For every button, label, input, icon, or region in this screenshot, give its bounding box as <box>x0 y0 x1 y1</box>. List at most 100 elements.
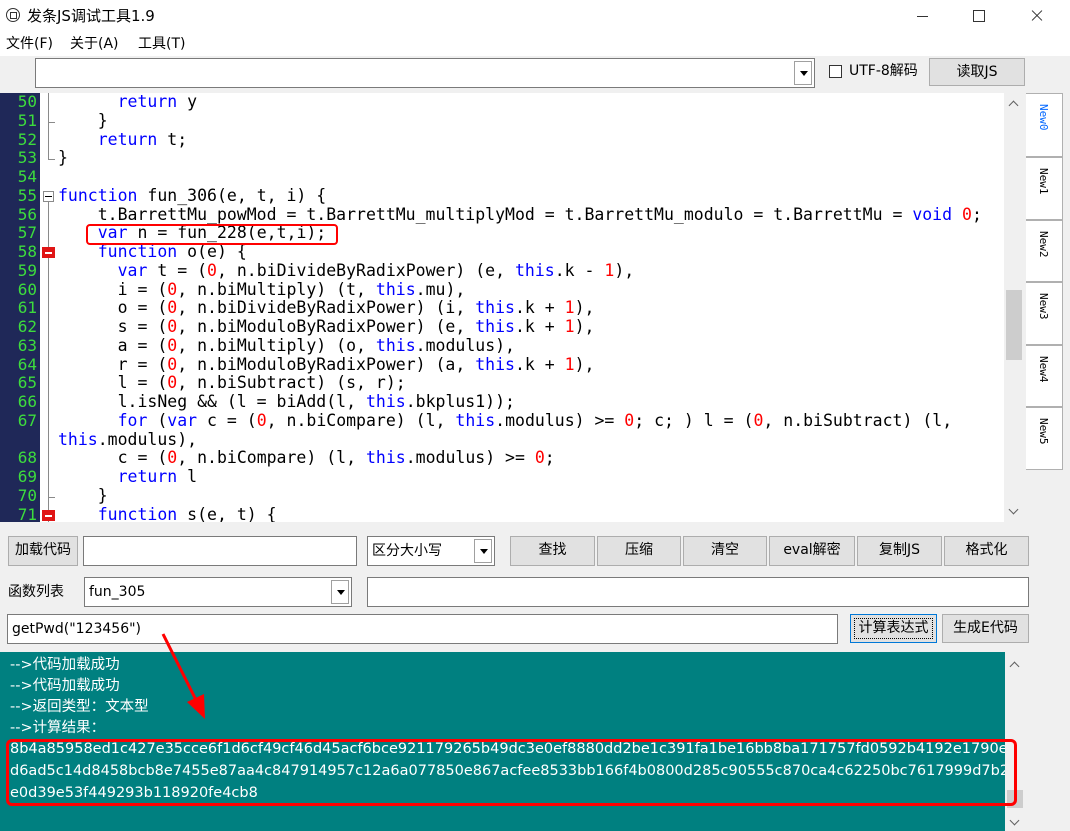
scroll-up-icon[interactable] <box>1005 656 1026 673</box>
code-line[interactable]: 64 r = (0, n.biModuloByRadixPower) (a, t… <box>0 355 1004 375</box>
code-keyword: var <box>167 411 198 430</box>
tab-new5[interactable]: New5 <box>1026 407 1063 470</box>
code-keyword: this <box>375 336 416 355</box>
code-text: } <box>58 112 1002 131</box>
code-line[interactable]: 70 } <box>0 486 1004 506</box>
compress-button[interactable]: 压缩 <box>597 536 681 566</box>
tab-new2[interactable]: New2 <box>1026 220 1063 282</box>
line-number: 58 <box>17 242 37 261</box>
copy-js-button[interactable]: 复制JS <box>857 536 942 566</box>
code-keyword: void <box>912 205 953 224</box>
tab-new1[interactable]: New1 <box>1026 157 1063 220</box>
scroll-up-icon[interactable] <box>1004 95 1024 112</box>
menu-file[interactable]: 文件(F) <box>6 35 53 53</box>
code-line[interactable]: 63 a = (0, n.biMultiply) (o, this.modulu… <box>0 336 1004 356</box>
menu-tools[interactable]: 工具(T) <box>138 35 185 53</box>
scroll-down-icon[interactable] <box>1004 503 1024 520</box>
output-line: -->返回类型：文本型 <box>10 699 149 715</box>
minimize-icon[interactable] <box>900 0 946 32</box>
code-token: .k - <box>554 261 605 280</box>
line-number: 71 <box>17 504 37 522</box>
code-line[interactable]: 62 s = (0, n.biModuloByRadixPower) (e, t… <box>0 317 1004 337</box>
utf8-checkbox[interactable] <box>829 65 842 78</box>
case-dropdown-button[interactable] <box>474 539 492 563</box>
function-detail-input[interactable] <box>367 577 1029 607</box>
code-number: 0 <box>167 280 178 299</box>
code-line[interactable]: this.modulus), <box>0 430 1004 450</box>
code-token: .modulus) >= <box>405 449 535 468</box>
maximize-icon[interactable] <box>955 0 1001 32</box>
search-input[interactable] <box>83 536 357 566</box>
code-keyword: this <box>58 430 98 449</box>
code-token: ), <box>574 318 595 336</box>
load-code-button[interactable]: 加载代码 <box>8 536 78 566</box>
fold-line-icon <box>40 449 58 468</box>
tab-new3[interactable]: New3 <box>1026 282 1063 345</box>
fold-red-icon[interactable] <box>40 505 58 522</box>
close-icon[interactable] <box>1014 0 1060 32</box>
code-line[interactable]: 71 function s(e, t) { <box>0 504 1004 523</box>
code-line[interactable]: 51 } <box>0 111 1004 131</box>
code-text: function s(e, t) { <box>58 506 1002 523</box>
code-line[interactable]: 59 var t = (0, n.biDivideByRadixPower) (… <box>0 261 1004 281</box>
code-line[interactable]: 66 l.isNeg && (l = biAdd(l, this.bkplus1… <box>0 392 1004 412</box>
function-dropdown-button[interactable] <box>331 580 349 604</box>
code-line[interactable]: 52 return t; <box>0 130 1004 150</box>
editor-scrollbar[interactable] <box>1004 93 1024 522</box>
url-combobox[interactable] <box>35 58 815 88</box>
read-js-button[interactable]: 读取JS <box>929 58 1025 86</box>
code-line[interactable]: 58 function o(e) { <box>0 242 1004 262</box>
code-line[interactable]: 60 i = (0, n.biMultiply) (t, this.mu), <box>0 280 1004 300</box>
code-text: } <box>58 149 1002 168</box>
code-token: .mu), <box>415 280 466 299</box>
function-select[interactable]: fun_305 <box>84 577 352 607</box>
generate-e-code-button[interactable]: 生成E代码 <box>942 614 1029 643</box>
code-editor[interactable]: 50 return y 51 } 52 return t; 53} 54 55 functi… <box>0 93 1004 522</box>
tab-label: New2 <box>1037 231 1050 258</box>
code-line[interactable]: 55 function fun_306(e, t, i) { <box>0 186 1004 206</box>
find-button[interactable]: 查找 <box>510 536 595 566</box>
format-button[interactable]: 格式化 <box>944 536 1029 566</box>
code-line[interactable]: 54 <box>0 167 1004 187</box>
tab-new4[interactable]: New4 <box>1026 345 1063 407</box>
code-token: } <box>58 486 108 505</box>
clear-button[interactable]: 清空 <box>683 536 767 566</box>
expression-input[interactable]: getPwd("123456") <box>7 614 838 644</box>
menu-about[interactable]: 关于(A) <box>70 35 119 53</box>
code-line[interactable]: 67 for (var c = (0, n.biCompare) (l, thi… <box>0 411 1004 431</box>
tab-new0[interactable]: New0 <box>1026 93 1063 157</box>
code-line[interactable]: 69 return l <box>0 467 1004 487</box>
scroll-down-icon[interactable] <box>1005 814 1026 831</box>
code-token: o(e) { <box>177 243 247 261</box>
code-line[interactable]: 65 l = (0, n.biSubtract) (s, r); <box>0 373 1004 393</box>
eval-decode-button[interactable]: eval解密 <box>769 536 855 566</box>
code-token: , n.biMultiply) (o, <box>177 336 376 355</box>
scroll-thumb[interactable] <box>1006 290 1022 360</box>
fold-line-icon <box>40 130 58 150</box>
code-line[interactable]: 68 c = (0, n.biCompare) (l, this.modulus… <box>0 448 1004 468</box>
code-line[interactable]: 50 return y <box>0 93 1004 112</box>
fold-open-icon[interactable] <box>40 186 58 206</box>
fold-line-icon <box>40 224 58 243</box>
code-token: , n.biCompare) (l, <box>266 411 456 430</box>
code-line[interactable]: 56 t.BarrettMu_powMod = t.BarrettMu_mult… <box>0 205 1004 225</box>
tab-label: New1 <box>1037 168 1050 195</box>
code-line[interactable]: 61 o = (0, n.biDivideByRadixPower) (i, t… <box>0 298 1004 318</box>
code-keyword: this <box>475 299 515 318</box>
fold-red-icon[interactable] <box>40 243 58 262</box>
evaluate-expression-button[interactable]: 计算表达式 <box>850 614 937 643</box>
code-line[interactable]: 53} <box>0 148 1004 168</box>
code-token: l <box>177 468 198 486</box>
url-dropdown-button[interactable] <box>794 61 812 85</box>
code-token: .modulus), <box>415 336 515 355</box>
code-text: i = (0, n.biMultiply) (t, this.mu), <box>58 281 1002 300</box>
code-token: i = ( <box>58 280 168 299</box>
window-title: 发条JS调试工具1.9 <box>27 7 155 25</box>
code-keyword: return <box>97 130 158 149</box>
code-token: s(e, t) { <box>177 505 277 523</box>
code-token: .bkplus1)); <box>405 393 515 411</box>
case-select[interactable]: 区分大小写 <box>367 536 495 566</box>
title-bar[interactable]: 发条JS调试工具1.9 <box>0 0 1070 32</box>
